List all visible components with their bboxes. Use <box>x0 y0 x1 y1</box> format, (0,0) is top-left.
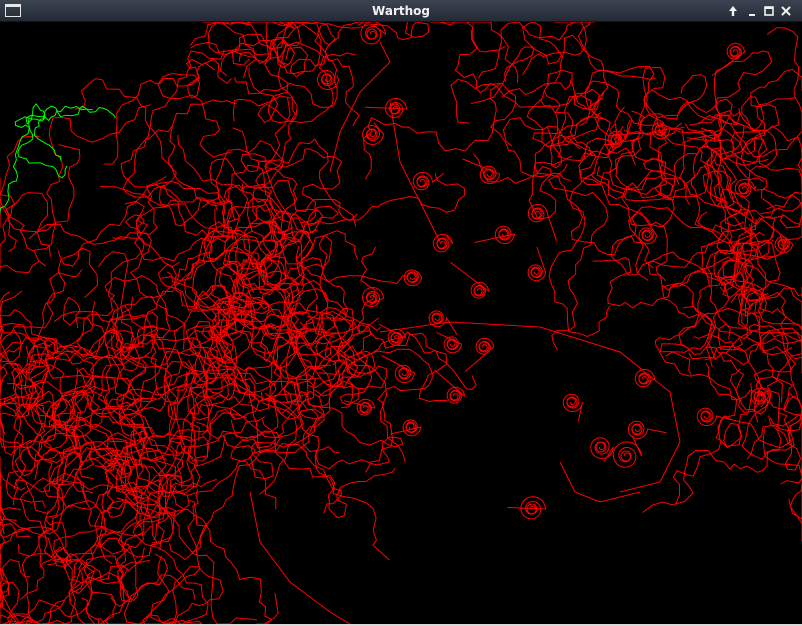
spiral-trail <box>562 393 583 422</box>
red-walk-trail <box>470 22 562 105</box>
red-walk-trail <box>9 553 84 624</box>
red-curve-trail <box>249 491 351 624</box>
red-walk-trail <box>584 74 708 126</box>
spiral-trail <box>462 158 501 185</box>
red-walk-trail <box>719 351 802 460</box>
red-walk-trail <box>548 172 611 338</box>
red-walk-trail <box>0 291 77 450</box>
window-title: Warthog <box>372 4 430 18</box>
red-walk-trail <box>248 22 302 124</box>
red-walk-trail <box>339 348 434 463</box>
red-walk-trail <box>7 144 81 257</box>
red-walk-trail <box>669 137 776 216</box>
red-walk-trail <box>762 428 802 542</box>
red-curve-trail <box>389 101 441 243</box>
spiral-trail <box>507 496 547 520</box>
red-walk-trail <box>723 280 802 349</box>
spiral-trail <box>627 420 667 440</box>
spiral-trail <box>527 246 547 282</box>
red-walk-trail <box>196 392 298 480</box>
red-walk-trail <box>741 96 802 215</box>
maximize-icon[interactable] <box>761 3 777 19</box>
red-walk-trail <box>189 22 295 77</box>
trail-drawing <box>0 22 802 624</box>
spiral-trail <box>464 337 495 373</box>
red-curve-trail <box>379 321 681 493</box>
red-walk-trail <box>661 282 716 361</box>
red-walk-trail <box>705 362 753 449</box>
red-walk-trail <box>157 62 232 158</box>
app-window: Warthog <box>0 0 802 626</box>
red-walk-trail <box>659 343 769 415</box>
red-walk-trail <box>0 177 40 274</box>
simulation-canvas[interactable] <box>0 22 802 624</box>
red-walk-trail <box>71 304 183 451</box>
title-bar[interactable]: Warthog <box>0 0 802 22</box>
spiral-trail <box>450 262 490 299</box>
red-walk-trail <box>473 153 573 220</box>
red-walk-trail <box>43 275 186 353</box>
spiral-core <box>620 450 632 462</box>
red-walk-trail <box>271 22 360 127</box>
spiral-trail <box>527 203 558 241</box>
red-walk-trail <box>264 40 356 124</box>
red-walk-trail <box>28 176 167 243</box>
green-walk-trail <box>17 119 68 179</box>
red-walk-trail <box>33 104 151 251</box>
red-walk-trail <box>120 126 240 243</box>
spiral-trail <box>361 122 385 146</box>
red-walk-trail <box>19 454 87 535</box>
red-walk-trail <box>97 356 188 406</box>
red-walk-trail <box>133 196 233 262</box>
red-walk-trail <box>0 135 47 267</box>
spiral-trail <box>436 331 463 354</box>
close-icon[interactable] <box>778 3 794 19</box>
green-walk-trail <box>0 124 30 214</box>
spiral-trail <box>638 211 658 245</box>
spiral-trail <box>360 22 387 45</box>
red-walk-trail <box>163 380 315 478</box>
red-walk-trail <box>190 22 276 78</box>
red-walk-trail <box>642 66 733 144</box>
red-walk-trail <box>169 337 209 462</box>
shade-icon[interactable] <box>725 3 741 19</box>
red-curve-trail <box>559 461 641 503</box>
spiral-trail <box>590 437 614 462</box>
red-walk-trail <box>759 389 802 485</box>
minimize-icon[interactable] <box>744 3 760 19</box>
